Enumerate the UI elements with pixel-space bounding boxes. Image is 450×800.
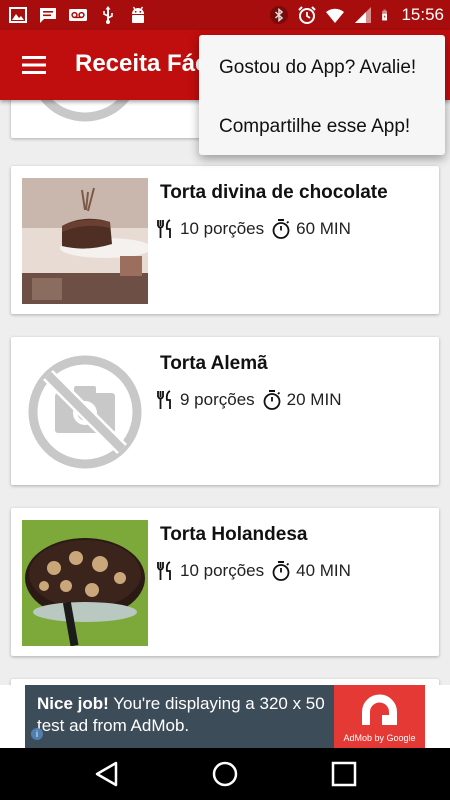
voicemail-icon — [69, 9, 87, 21]
no-photo-icon — [28, 355, 142, 469]
menu-item-share-app[interactable]: Compartilhe esse App! — [219, 116, 410, 138]
recipe-title: Torta Alemã — [160, 353, 268, 374]
recipe-photo — [22, 520, 148, 646]
recipe-servings: 10 porções — [180, 219, 265, 238]
recipe-meta: 10 porções 60 MIN — [154, 218, 351, 240]
ad-headline: Nice job! — [37, 694, 109, 713]
ad-text: Nice job! You're displaying a 320 x 50 t… — [37, 693, 337, 737]
recipe-photo — [22, 178, 148, 304]
timer-icon — [263, 390, 281, 410]
image-icon — [9, 7, 27, 23]
recipe-title: Torta divina de chocolate — [160, 182, 388, 203]
menu-icon[interactable] — [18, 52, 52, 78]
navigation-bar — [0, 748, 450, 800]
no-photo-icon — [40, 100, 130, 122]
cutlery-icon — [157, 561, 171, 580]
cutlery-icon — [157, 219, 171, 238]
usb-icon — [103, 6, 113, 24]
ad-info-icon[interactable]: i — [31, 728, 43, 740]
status-time: 15:56 — [401, 5, 444, 24]
recipe-time: 20 MIN — [286, 390, 342, 409]
home-icon[interactable] — [210, 760, 240, 788]
recipe-time: 60 MIN — [296, 219, 351, 238]
alarm-icon — [298, 6, 317, 24]
menu-item-rate-app[interactable]: Gostou do App? Avalie! — [219, 57, 416, 79]
back-icon[interactable] — [92, 760, 122, 788]
wifi-icon — [326, 8, 345, 23]
recipe-meta: 9 porções 20 MIN — [154, 389, 341, 411]
bluetooth-icon — [270, 6, 289, 24]
recipe-time: 40 MIN — [296, 561, 351, 580]
recipe-servings: 10 porções — [180, 561, 265, 580]
recipe-card[interactable]: Torta Alemã 9 porções 20 MIN — [11, 337, 439, 485]
recipe-title: Torta Holandesa — [160, 524, 308, 545]
recipe-list[interactable]: Torta divina de chocolate 10 porções 60 … — [0, 100, 450, 685]
timer-icon — [272, 219, 290, 239]
admob-logo: AdMob by Google — [334, 685, 425, 748]
android-debug-icon — [132, 6, 144, 23]
system-icons: 15:56 — [269, 4, 444, 26]
cutlery-icon — [157, 390, 171, 409]
message-icon — [40, 8, 56, 23]
recipe-card[interactable]: Torta divina de chocolate 10 porções 60 … — [11, 166, 439, 314]
recipe-card[interactable]: Torta Holandesa 10 porções 40 MIN — [11, 508, 439, 656]
recents-icon[interactable] — [329, 760, 359, 788]
ad-area: Nice job! You're displaying a 320 x 50 t… — [0, 685, 450, 748]
signal-icon — [355, 7, 372, 23]
overflow-menu: Gostou do App? Avalie! Compartilhe esse … — [199, 35, 445, 155]
status-bar: 15:56 — [0, 0, 450, 30]
timer-icon — [272, 561, 290, 581]
admob-caption: AdMob by Google — [343, 733, 416, 743]
ad-banner[interactable]: Nice job! You're displaying a 320 x 50 t… — [25, 685, 425, 748]
recipe-servings: 9 porções — [180, 390, 255, 409]
notification-icons — [8, 5, 148, 25]
battery-icon — [382, 9, 388, 21]
recipe-meta: 10 porções 40 MIN — [154, 560, 351, 582]
